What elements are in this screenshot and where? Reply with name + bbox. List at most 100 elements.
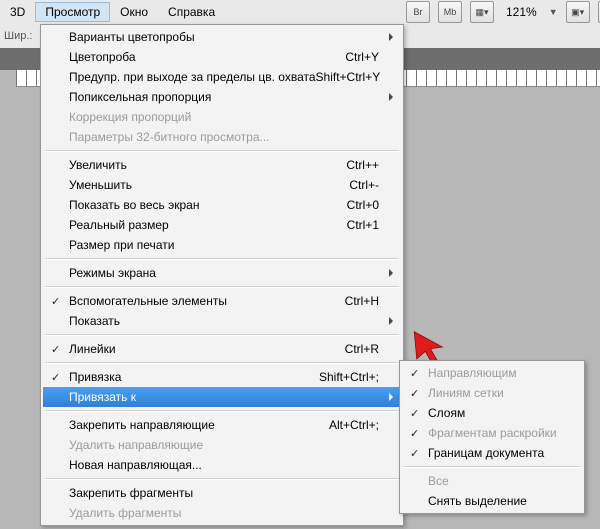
view-menu-item-20[interactable]: ✓ ПривязкаShift+Ctrl+; xyxy=(43,367,401,387)
options-width-label: Шир.: xyxy=(4,30,32,42)
menu-item-label: Показать во весь экран xyxy=(69,198,347,212)
menu-item-label: Границам документа xyxy=(428,446,560,460)
menu-item-shortcut: Ctrl+Y xyxy=(345,50,379,64)
view-menu-item-11[interactable]: Размер при печати xyxy=(43,235,401,255)
view-menu-item-9[interactable]: Показать во весь экранCtrl+0 xyxy=(43,195,401,215)
menu-help[interactable]: Справка xyxy=(158,2,225,22)
view-menu-item-24: Удалить направляющие xyxy=(43,435,401,455)
view-menu-item-28: Удалить фрагменты xyxy=(43,503,401,523)
menu-item-label: Уменьшить xyxy=(69,178,349,192)
view-menu-item-27[interactable]: Закрепить фрагменты xyxy=(43,483,401,503)
view-menu-item-10[interactable]: Реальный размерCtrl+1 xyxy=(43,215,401,235)
screen-mode-icon[interactable]: ▣▾ xyxy=(566,1,590,23)
menu-item-label: Слоям xyxy=(428,406,560,420)
menu-item-label: Коррекция пропорций xyxy=(69,110,379,124)
menu-item-label: Новая направляющая... xyxy=(69,458,379,472)
menu-item-label: Закрепить направляющие xyxy=(69,418,329,432)
checkmark-icon: ✓ xyxy=(410,447,419,460)
view-menu-separator xyxy=(45,478,399,480)
view-menu-item-3[interactable]: Попиксельная пропорция xyxy=(43,87,401,107)
menu-item-label: Вспомогательные элементы xyxy=(69,294,345,308)
view-menu-item-4: Коррекция пропорций xyxy=(43,107,401,127)
view-menu-item-18[interactable]: ✓ ЛинейкиCtrl+R xyxy=(43,339,401,359)
view-menu-item-2[interactable]: Предупр. при выходе за пределы цв. охват… xyxy=(43,67,401,87)
menu-item-label: Предупр. при выходе за пределы цв. охват… xyxy=(69,70,316,84)
menu-item-label: Привязать к xyxy=(69,390,379,404)
checkmark-icon: ✓ xyxy=(410,427,419,440)
view-menu-item-0[interactable]: Варианты цветопробы xyxy=(43,27,401,47)
arrange-docs-icon[interactable]: ▦▾ xyxy=(470,1,494,23)
view-menu-item-13[interactable]: Режимы экрана xyxy=(43,263,401,283)
menu-view[interactable]: Просмотр xyxy=(35,2,110,22)
snap-submenu-item-6: Все xyxy=(402,471,582,491)
checkmark-icon: ✓ xyxy=(51,343,60,356)
submenu-arrow-icon xyxy=(389,317,393,325)
menu-item-shortcut: Shift+Ctrl+; xyxy=(319,370,379,384)
view-menu-separator xyxy=(45,334,399,336)
submenu-arrow-icon xyxy=(389,33,393,41)
view-menu-separator xyxy=(45,410,399,412)
view-menu-separator xyxy=(45,286,399,288)
view-menu-item-8[interactable]: УменьшитьCtrl+- xyxy=(43,175,401,195)
menu-item-label: Размер при печати xyxy=(69,238,379,252)
snap-submenu-item-4[interactable]: ✓ Границам документа xyxy=(402,443,582,463)
menu-item-label: Параметры 32-битного просмотра... xyxy=(69,130,379,144)
menu-item-shortcut: Ctrl+R xyxy=(345,342,379,356)
view-menu-item-5: Параметры 32-битного просмотра... xyxy=(43,127,401,147)
menu-item-label: Фрагментам раскройки xyxy=(428,426,560,440)
view-menu-separator xyxy=(45,362,399,364)
view-menu-item-16[interactable]: Показать xyxy=(43,311,401,331)
menu-item-shortcut: Ctrl+0 xyxy=(347,198,379,212)
checkmark-icon: ✓ xyxy=(410,387,419,400)
bridge-icon[interactable]: Br xyxy=(406,1,430,23)
submenu-arrow-icon xyxy=(389,93,393,101)
checkmark-icon: ✓ xyxy=(51,371,60,384)
view-dropdown-menu: Варианты цветопробы ЦветопробаCtrl+Y Преду… xyxy=(40,24,404,526)
view-menu-separator xyxy=(45,150,399,152)
top-toolbar: Br Mb ▦▾ 121% ▼ ▣▾ ⧉▾ xyxy=(400,0,600,24)
view-menu-item-21[interactable]: Привязать к xyxy=(43,387,401,407)
menu-item-label: Цветопроба xyxy=(69,50,345,64)
menu-item-label: Попиксельная пропорция xyxy=(69,90,379,104)
snap-submenu-item-3: ✓ Фрагментам раскройки xyxy=(402,423,582,443)
submenu-arrow-icon xyxy=(389,393,393,401)
menu-item-shortcut: Ctrl+1 xyxy=(347,218,379,232)
zoom-chevron-icon[interactable]: ▼ xyxy=(549,7,558,17)
zoom-level[interactable]: 121% xyxy=(502,5,541,19)
menu-item-label: Линейки xyxy=(69,342,345,356)
menu-item-label: Линиям сетки xyxy=(428,386,560,400)
snap-submenu-item-0: ✓ Направляющим xyxy=(402,363,582,383)
menu-item-label: Привязка xyxy=(69,370,319,384)
snap-submenu-item-7[interactable]: Снять выделение xyxy=(402,491,582,511)
view-menu-item-15[interactable]: ✓Вспомогательные элементыCtrl+H xyxy=(43,291,401,311)
menu-window[interactable]: Окно xyxy=(110,2,158,22)
view-menu-item-7[interactable]: УвеличитьCtrl++ xyxy=(43,155,401,175)
menu-item-shortcut: Shift+Ctrl+Y xyxy=(316,70,381,84)
menu-item-shortcut: Ctrl++ xyxy=(346,158,379,172)
snap-submenu-separator xyxy=(404,466,580,468)
menu-item-label: Реальный размер xyxy=(69,218,347,232)
menu-item-label: Направляющим xyxy=(428,366,560,380)
menu-item-label: Показать xyxy=(69,314,379,328)
snap-submenu-item-1: ✓ Линиям сетки xyxy=(402,383,582,403)
menu-item-label: Варианты цветопробы xyxy=(69,30,379,44)
view-menu-item-23[interactable]: Закрепить направляющиеAlt+Ctrl+; xyxy=(43,415,401,435)
checkmark-icon: ✓ xyxy=(51,295,60,308)
app-window: 3D Просмотр Окно Справка Br Mb ▦▾ 121% ▼… xyxy=(0,0,600,529)
view-menu-separator xyxy=(45,258,399,260)
menu-item-shortcut: Ctrl+- xyxy=(349,178,379,192)
annotation-arrow-icon xyxy=(410,330,444,364)
minibridge-icon[interactable]: Mb xyxy=(438,1,462,23)
view-menu-item-25[interactable]: Новая направляющая... xyxy=(43,455,401,475)
menu-item-shortcut: Alt+Ctrl+; xyxy=(329,418,379,432)
checkmark-icon: ✓ xyxy=(410,407,419,420)
menu-item-label: Снять выделение xyxy=(428,494,560,508)
view-menu-item-1[interactable]: ЦветопробаCtrl+Y xyxy=(43,47,401,67)
submenu-arrow-icon xyxy=(389,269,393,277)
menu-item-label: Закрепить фрагменты xyxy=(69,486,379,500)
menu-3d[interactable]: 3D xyxy=(0,2,35,22)
snap-to-submenu: ✓ Направляющим ✓ Линиям сетки ✓ Слоям ✓ Фрагмен… xyxy=(399,360,585,514)
menu-item-label: Режимы экрана xyxy=(69,266,379,280)
checkmark-icon: ✓ xyxy=(410,367,419,380)
snap-submenu-item-2[interactable]: ✓ Слоям xyxy=(402,403,582,423)
